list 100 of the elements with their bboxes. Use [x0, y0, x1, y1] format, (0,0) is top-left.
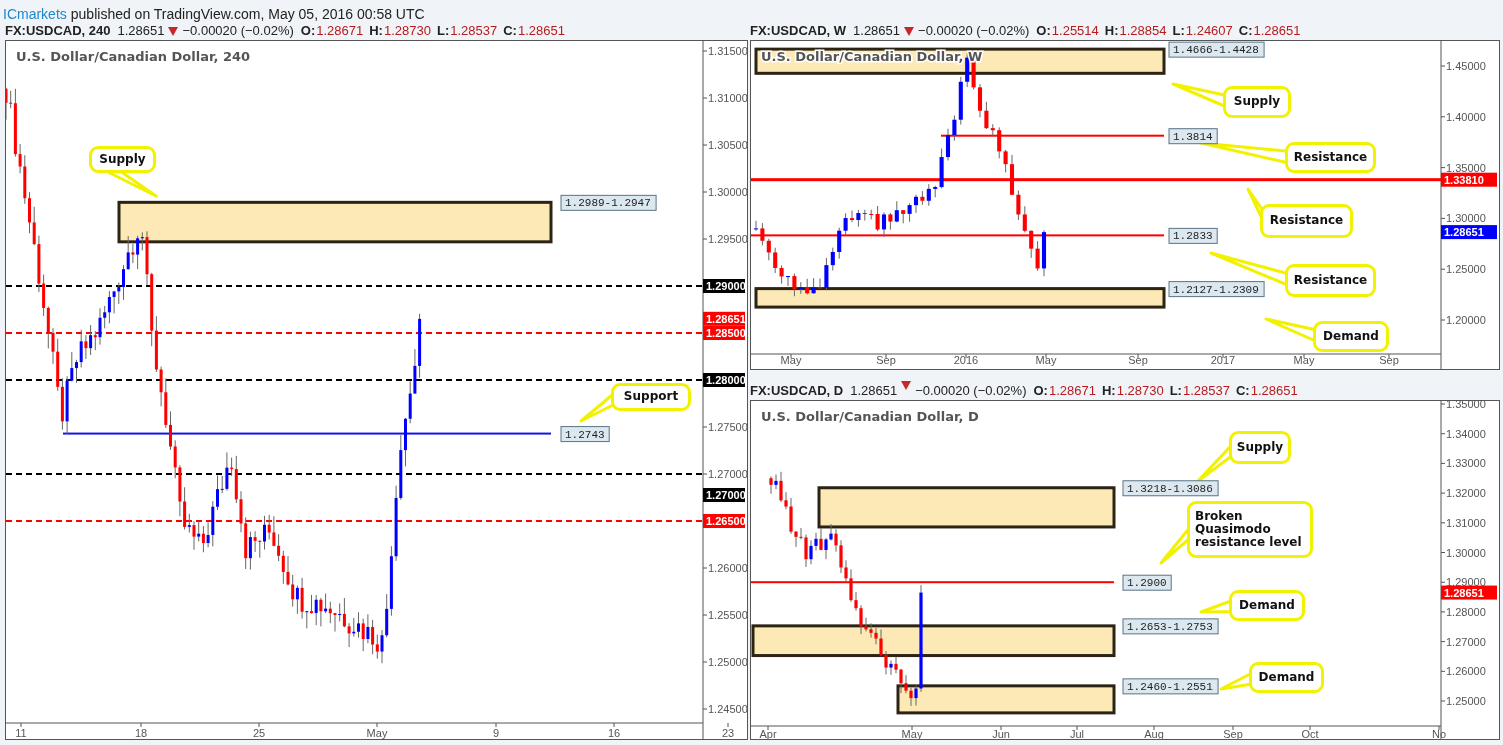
ohlc-value: 1.28651 — [1250, 383, 1298, 398]
ohlc-value: 1.28671 — [1048, 383, 1096, 398]
last-price: 1.28651 — [850, 383, 898, 398]
price-label: 1.28000 — [703, 373, 746, 387]
price-tick: 1.25000 — [708, 656, 747, 668]
time-label: 16 — [607, 727, 621, 739]
range-label: 1.2460-1.2551 — [1122, 678, 1219, 695]
time-label: Jun — [992, 728, 1010, 739]
time-label: 23 — [721, 727, 735, 739]
ohlc-label: O: — [300, 23, 316, 38]
time-label: 11 — [15, 727, 27, 739]
price-label: 1.33810 — [1441, 172, 1497, 187]
ohlc-value: 1.28537 — [450, 23, 498, 38]
time-label: May — [1035, 354, 1057, 366]
ohlc-value: 1.25514 — [1051, 23, 1099, 38]
ohlc-label: L: — [436, 23, 450, 38]
last-price: 1.28651 — [117, 23, 165, 38]
ohlc-label: C: — [1235, 383, 1250, 398]
price-tick: 1.34000 — [1446, 427, 1486, 440]
time-label: 2017 — [1210, 354, 1236, 366]
price-tick: 1.30000 — [1446, 212, 1486, 225]
price-tick: 1.30000 — [1446, 546, 1486, 559]
level-label: 1.2900 — [1122, 574, 1172, 591]
price-tick: 1.31500 — [708, 45, 747, 57]
price-change: −0.00020 (−0.02%) — [182, 23, 294, 38]
callout: Supply — [1223, 86, 1291, 118]
ohlc-label: L: — [1172, 23, 1185, 38]
price-tick: 1.28000 — [1446, 605, 1486, 618]
price-tick: 1.24500 — [708, 703, 747, 715]
symbol-label: FX:USDCAD, 240 — [5, 23, 111, 38]
price-tick: 1.25000 — [1446, 263, 1486, 276]
ohlc-label: L: — [1169, 383, 1182, 398]
price-tick: 1.25500 — [708, 609, 747, 621]
symbol-label: FX:USDCAD, D — [750, 383, 844, 398]
ohlc-value: 1.28854 — [1119, 23, 1167, 38]
ohlc-value: 1.28730 — [1116, 383, 1164, 398]
price-label: 1.28651 — [703, 311, 746, 326]
time-label: 9 — [492, 727, 500, 739]
time-label: Sep — [1379, 354, 1399, 366]
price-tick: 1.31000 — [708, 92, 747, 104]
callout: Resistance — [1285, 264, 1376, 297]
ohlc-value: 1.28730 — [383, 23, 431, 38]
price-tick: 1.31000 — [1446, 516, 1486, 529]
range-label: 1.2653-1.2753 — [1122, 618, 1219, 635]
time-label: No — [1431, 728, 1447, 739]
time-label: May — [1293, 354, 1315, 366]
ohlc-value: 1.28537 — [1182, 383, 1230, 398]
price-tick: 1.26000 — [708, 562, 747, 574]
price-label: 1.27000 — [703, 488, 746, 502]
ohlc-value: 1.28651 — [517, 23, 565, 38]
ohlc-label: O: — [1033, 383, 1048, 398]
ohlc-label: H: — [1104, 23, 1119, 38]
range-label: 1.2989-1.2947 — [560, 194, 657, 211]
time-label: Sep — [876, 354, 896, 366]
chart-title: U.S. Dollar/Canadian Dollar, 240 — [16, 49, 251, 64]
price-tick: 1.32000 — [1446, 487, 1486, 500]
time-label: 18 — [134, 727, 148, 739]
price-tick: 1.27500 — [708, 421, 747, 433]
time-label: Oct — [1301, 728, 1319, 739]
level-label: 1.3814 — [1168, 128, 1218, 145]
price-tick: 1.25000 — [1446, 695, 1486, 707]
price-tick: 1.27000 — [708, 468, 747, 480]
ohlc-label: H: — [369, 23, 383, 38]
price-tick: 1.35000 — [1446, 401, 1486, 410]
price-tick: 1.45000 — [1446, 60, 1486, 72]
last-price: 1.28651 — [853, 23, 901, 38]
ohlc-value: 1.24607 — [1185, 23, 1233, 38]
price-tick: 1.26000 — [1446, 665, 1486, 678]
level-label: 1.2743 — [560, 426, 610, 443]
time-label: May — [366, 727, 388, 739]
chart-title: U.S. Dollar/Canadian Dollar, D — [761, 409, 979, 424]
price-tick: 1.33000 — [1446, 457, 1486, 470]
callout: Resistance — [1285, 142, 1376, 173]
level-label: 1.2833 — [1168, 227, 1218, 244]
time-label: May — [780, 354, 802, 366]
ohlc-label: C: — [503, 23, 517, 38]
price-label: 1.28651 — [1441, 585, 1497, 600]
ohlc-value: 1.28671 — [316, 23, 364, 38]
symbol-label: FX:USDCAD, W — [750, 23, 847, 38]
range-label: 1.3218-1.3086 — [1122, 480, 1219, 497]
time-label: 2016 — [953, 354, 979, 366]
callout: Demand — [1313, 321, 1389, 352]
range-label: 1.2127-1.2309 — [1168, 281, 1265, 298]
price-label: 1.28500 — [703, 326, 746, 340]
price-change: −0.00020 (−0.02%) — [915, 383, 1027, 398]
price-tick: 1.27000 — [1446, 635, 1486, 648]
price-change: −0.00020 (−0.02%) — [918, 23, 1030, 38]
publisher-link[interactable]: ICmarkets — [3, 6, 67, 22]
ohlc-label: O: — [1036, 23, 1051, 38]
time-label: Jul — [1069, 728, 1085, 739]
callout: Supply — [89, 146, 156, 173]
price-tick: 1.20000 — [1446, 314, 1486, 326]
ohlc-label: C: — [1238, 23, 1253, 38]
time-label: Sep — [1128, 354, 1148, 366]
price-label: 1.26500 — [703, 514, 746, 528]
price-tick: 1.30500 — [708, 139, 747, 151]
ohlc-label: H: — [1101, 383, 1116, 398]
publish-info: published on TradingView.com, May 05, 2016 00:58 UTC — [70, 6, 425, 22]
price-tick: 1.29500 — [708, 233, 747, 245]
callout: Support — [611, 383, 691, 411]
